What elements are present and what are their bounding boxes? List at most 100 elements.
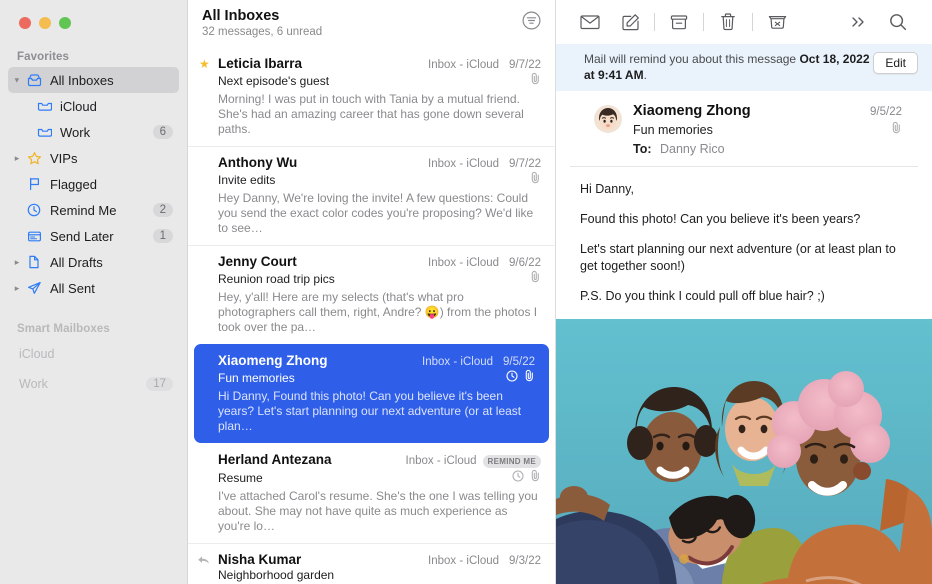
flag-icon bbox=[24, 177, 44, 191]
message-subject: Resume bbox=[218, 471, 512, 485]
junk-icon[interactable] bbox=[757, 7, 797, 37]
sidebar-item-work[interactable]: Work 6 bbox=[8, 119, 179, 145]
recipient-label: To: bbox=[633, 142, 652, 156]
sidebar-item-vips[interactable]: ▸ VIPs bbox=[8, 145, 179, 171]
message-subject: Reunion road trip pics bbox=[218, 272, 530, 286]
reminder-banner: Mail will remind you about this message … bbox=[556, 44, 932, 91]
message-flags bbox=[530, 171, 541, 189]
sidebar-item-send-later[interactable]: Send Later 1 bbox=[8, 223, 179, 249]
message-date: 9/5/22 bbox=[503, 356, 535, 368]
message-date: 9/5/22 bbox=[870, 106, 902, 118]
message-flags bbox=[506, 369, 535, 387]
sent-icon bbox=[24, 281, 44, 295]
message-list-pane: All Inboxes 32 messages, 6 unread ★ Leti… bbox=[188, 0, 556, 584]
attachment-icon[interactable] bbox=[891, 121, 902, 139]
chevron-right-icon[interactable]: ▸ bbox=[10, 153, 24, 164]
message-body: Hi Danny, Found this photo! Can you beli… bbox=[556, 167, 932, 315]
message-row[interactable]: Anthony Wu Inbox - iCloud 9/7/22 Invite … bbox=[188, 146, 555, 245]
message-subject: Neighborhood garden bbox=[218, 568, 541, 582]
mark-unread-icon[interactable] bbox=[570, 7, 610, 37]
sidebar-item-label: All Sent bbox=[50, 281, 179, 296]
message-paragraph: P.S. Do you think I could pull off blue … bbox=[580, 288, 912, 305]
message-preview: Hey Danny, We're loving the invite! A fe… bbox=[218, 191, 541, 236]
message-paragraph: Hi Danny, bbox=[580, 181, 912, 198]
sidebar-smart-list: iCloud Work 17 bbox=[0, 339, 187, 399]
more-icon[interactable] bbox=[838, 7, 878, 37]
message-sender: Anthony Wu bbox=[218, 155, 422, 170]
message-preview: I've attached Carol's resume. She's the … bbox=[218, 489, 541, 534]
inbox-icon bbox=[34, 100, 54, 112]
chevron-down-icon[interactable]: ▸ bbox=[12, 73, 23, 87]
message-flags bbox=[530, 72, 541, 90]
archive-icon[interactable] bbox=[659, 7, 699, 37]
search-icon[interactable] bbox=[878, 7, 918, 37]
message-preview: Hi Danny, Found this photo! Can you beli… bbox=[218, 389, 535, 434]
inboxes-icon bbox=[24, 74, 44, 87]
message-subject: Fun memories bbox=[218, 371, 506, 385]
message-mailbox: Inbox - iCloud bbox=[428, 158, 499, 170]
edit-reminder-button[interactable]: Edit bbox=[873, 52, 918, 74]
clock-icon bbox=[24, 203, 44, 217]
message-row[interactable]: ★ Leticia Ibarra Inbox - iCloud 9/7/22 N… bbox=[188, 48, 555, 146]
message-sender: Herland Antezana bbox=[218, 452, 400, 467]
message-list[interactable]: ★ Leticia Ibarra Inbox - iCloud 9/7/22 N… bbox=[188, 48, 555, 584]
message-row-selected[interactable]: Xiaomeng Zhong Inbox - iCloud 9/5/22 Fun… bbox=[194, 344, 549, 443]
message-row[interactable]: Nisha Kumar Inbox - iCloud 9/3/22 Neighb… bbox=[188, 543, 555, 584]
reminder-text: Mail will remind you about this message … bbox=[584, 51, 873, 83]
chevron-right-icon[interactable]: ▸ bbox=[10, 257, 24, 268]
reminder-text-tail: . bbox=[644, 68, 647, 82]
attachment-icon bbox=[530, 72, 541, 90]
attachment-icon bbox=[530, 469, 541, 487]
delete-icon[interactable] bbox=[708, 7, 748, 37]
sidebar-item-label: Work bbox=[10, 377, 146, 391]
chevron-right-icon[interactable]: ▸ bbox=[10, 283, 24, 294]
sidebar: Favorites ▸ All Inboxes iCloud Work bbox=[0, 0, 188, 584]
message-row[interactable]: Jenny Court Inbox - iCloud 9/6/22 Reunio… bbox=[188, 245, 555, 344]
toolbar-divider bbox=[703, 13, 704, 31]
message-header-main: Xiaomeng Zhong 9/5/22 Fun memories To: D… bbox=[633, 103, 902, 156]
message-sender: Xiaomeng Zhong bbox=[218, 353, 416, 368]
message-date: 9/7/22 bbox=[509, 59, 541, 71]
close-button[interactable] bbox=[19, 17, 31, 29]
zoom-button[interactable] bbox=[59, 17, 71, 29]
message-row[interactable]: Herland Antezana Inbox - iCloud REMIND M… bbox=[188, 443, 555, 543]
toolbar-divider bbox=[752, 13, 753, 31]
message-paragraph: Let's start planning our next adventure … bbox=[580, 241, 912, 275]
message-sender-name: Xiaomeng Zhong bbox=[633, 103, 870, 119]
filter-icon[interactable] bbox=[522, 11, 541, 35]
sidebar-section-smart-mailboxes: Smart Mailboxes bbox=[0, 323, 187, 335]
compose-icon[interactable] bbox=[610, 7, 650, 37]
attachment-icon bbox=[530, 270, 541, 288]
recipient-value: Danny Rico bbox=[660, 142, 725, 156]
sidebar-item-label: Work bbox=[60, 125, 153, 140]
sidebar-item-label: All Drafts bbox=[50, 255, 179, 270]
message-header: Xiaomeng Zhong 9/5/22 Fun memories To: D… bbox=[570, 91, 918, 167]
sendlater-icon bbox=[24, 230, 44, 243]
minimize-button[interactable] bbox=[39, 17, 51, 29]
inbox-icon bbox=[34, 126, 54, 138]
sidebar-item-all-drafts[interactable]: ▸ All Drafts bbox=[8, 249, 179, 275]
message-mailbox: Inbox - iCloud bbox=[406, 455, 477, 467]
sidebar-item-all-sent[interactable]: ▸ All Sent bbox=[8, 275, 179, 301]
message-sender: Leticia Ibarra bbox=[218, 56, 422, 71]
sidebar-item-smart-work[interactable]: Work 17 bbox=[8, 369, 179, 399]
message-subject: Fun memories bbox=[633, 123, 891, 137]
remind-me-badge: REMIND ME bbox=[483, 455, 541, 468]
sidebar-item-label: Flagged bbox=[50, 177, 179, 192]
sidebar-item-icloud[interactable]: iCloud bbox=[8, 93, 179, 119]
sidebar-item-label: Remind Me bbox=[50, 203, 153, 218]
sidebar-item-remind-me[interactable]: Remind Me 2 bbox=[8, 197, 179, 223]
message-mailbox: Inbox - iCloud bbox=[428, 257, 499, 269]
avatar bbox=[594, 105, 622, 133]
message-flags bbox=[530, 270, 541, 288]
sidebar-favorites-list: ▸ All Inboxes iCloud Work 6 bbox=[0, 67, 187, 301]
unread-count: 17 bbox=[146, 377, 173, 391]
sidebar-item-flagged[interactable]: Flagged bbox=[8, 171, 179, 197]
reader-pane: Mail will remind you about this message … bbox=[556, 0, 932, 584]
message-subject: Invite edits bbox=[218, 173, 530, 187]
window-controls bbox=[0, 0, 187, 29]
draft-icon bbox=[24, 255, 44, 269]
sidebar-item-smart-icloud[interactable]: iCloud bbox=[8, 339, 179, 369]
attached-photo[interactable] bbox=[556, 319, 932, 584]
sidebar-item-all-inboxes[interactable]: ▸ All Inboxes bbox=[8, 67, 179, 93]
